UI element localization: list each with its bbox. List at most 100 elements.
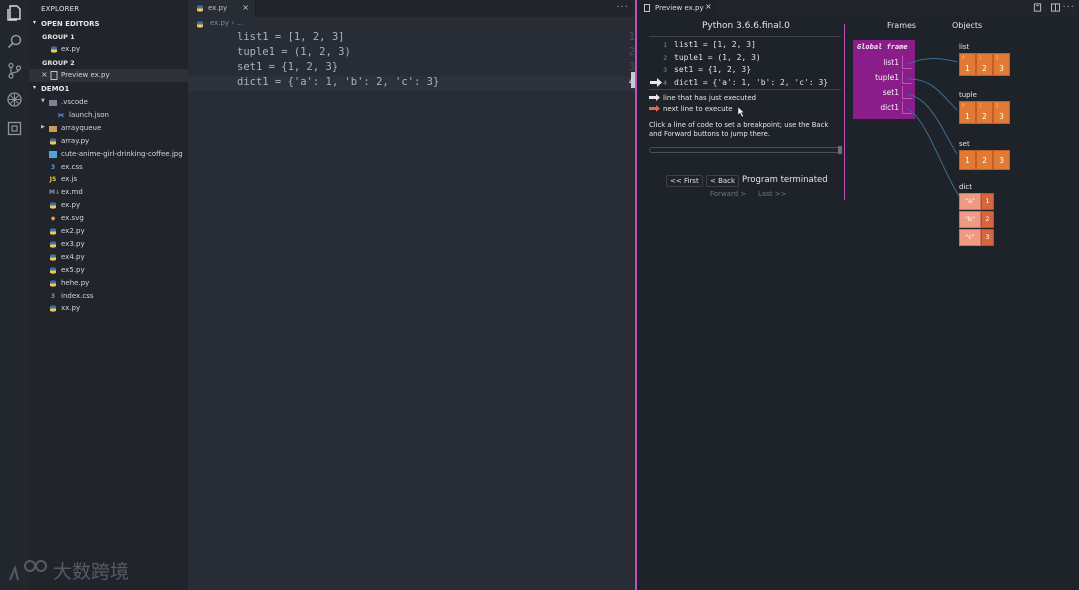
set-object-label: set (959, 140, 970, 148)
tree-item-label: cute-anime-girl-drinking-coffee.jpg (61, 149, 183, 158)
execution-slider[interactable] (649, 146, 842, 154)
tree-item[interactable]: JS ex.js (29, 173, 188, 186)
dict-value-cell: 1 (981, 193, 994, 210)
mouse-cursor-icon (738, 107, 745, 117)
tree-item[interactable]: ◆ ex.svg (29, 212, 188, 225)
tree-item[interactable]: hehe.py (29, 277, 188, 290)
watermark-text: 大数跨境 (53, 561, 130, 583)
forward-button[interactable]: Forward > (706, 188, 750, 200)
activity-bar (0, 0, 29, 590)
sidebar-title: EXPLORER (41, 5, 80, 13)
current-line-arrow-icon (650, 78, 662, 87)
vscode-json-icon: ⋈ (58, 111, 64, 119)
extensions-icon[interactable] (6, 120, 23, 137)
tree-item[interactable]: ex4.py (29, 251, 188, 264)
preview-code-line[interactable]: set1 = {1, 2, 3} (674, 65, 751, 74)
tree-item[interactable]: ex2.py (29, 225, 188, 238)
debug-icon[interactable] (6, 91, 23, 108)
tab-ex-py[interactable]: ex.py × (188, 0, 256, 17)
list-cell: 01 (959, 53, 976, 76)
preview-code-line[interactable]: tuple1 = (1, 2, 3) (674, 53, 761, 62)
tree-item[interactable]: xx.py (29, 302, 188, 315)
divider-line (649, 36, 841, 37)
chevron-right-icon[interactable]: ▶ (41, 124, 45, 130)
tree-item-label: ex5.py (61, 265, 85, 274)
objects-header: Objects (952, 21, 983, 30)
tree-item-label: ex2.py (61, 227, 85, 235)
open-editors-section[interactable]: ▾ OPEN EDITORS (29, 18, 188, 30)
python-file-icon (197, 21, 203, 28)
tree-item[interactable]: ex5.py (29, 264, 188, 277)
open-editor-ex-py[interactable]: ex.py (29, 43, 188, 56)
first-button[interactable]: << First (666, 175, 703, 187)
explorer-icon[interactable] (6, 4, 23, 21)
tab-preview-ex-py[interactable]: Preview ex.py × (637, 0, 716, 16)
python-file-icon (197, 5, 203, 12)
line-number: 3 (628, 61, 635, 73)
python-version: Python 3.6.6.final.0 (702, 21, 790, 31)
search-icon[interactable] (6, 33, 23, 50)
tree-item[interactable]: 3 index.css (29, 290, 188, 303)
open-editors-label: OPEN EDITORS (41, 20, 100, 28)
tree-item[interactable]: 3 ex.css (29, 161, 188, 174)
chevron-down-icon[interactable]: ▼ (41, 98, 45, 104)
editor-group-1: ex.py × ··· ex.py › ... 1 list1 = [1, 2, … (188, 0, 635, 590)
code-line[interactable]: tuple1 = (1, 2, 3) (237, 46, 351, 58)
open-editor-preview[interactable]: × Preview ex.py (29, 69, 188, 82)
code-line[interactable]: set1 = {1, 2, 3} (237, 61, 338, 73)
tree-item-label: ex.css (61, 162, 83, 171)
python-file-icon (49, 304, 57, 313)
preview-line-number: 2 (663, 53, 667, 62)
tuple-cell: 12 (976, 101, 993, 124)
dict-key-cell: "a" (959, 193, 981, 210)
explorer-sidebar: EXPLORER ▾ OPEN EDITORS GROUP 1 ex.py GR… (29, 0, 188, 590)
source-control-icon[interactable] (6, 62, 23, 79)
preview-code-line[interactable]: list1 = [1, 2, 3] (674, 40, 756, 49)
open-source-icon[interactable] (1033, 3, 1042, 12)
tuple-cell: 23 (993, 101, 1010, 124)
tree-item-label: array.py (61, 136, 90, 145)
tree-item[interactable]: array.py (29, 135, 188, 148)
tree-item[interactable]: cute-anime-girl-drinking-coffee.jpg (29, 148, 188, 161)
close-icon[interactable]: × (41, 70, 48, 79)
folder-open-icon (49, 98, 57, 107)
dict-value-cell: 2 (981, 211, 994, 228)
breakpoint-hint: Click a line of code to set a breakpoint… (649, 121, 829, 138)
split-editor-icon[interactable] (1051, 3, 1060, 12)
frame-var-tuple1: tuple1 (875, 73, 899, 82)
line-number: 1 (628, 31, 635, 43)
divider-line (649, 89, 841, 90)
tree-item-label: ex.js (61, 175, 78, 184)
python-file-icon (51, 46, 57, 53)
breadcrumb-text: ex.py › ... (210, 19, 244, 27)
more-actions-icon[interactable]: ··· (1062, 2, 1075, 13)
close-icon[interactable]: × (705, 2, 712, 11)
js-file-icon: JS (49, 176, 57, 184)
preview-page-icon (644, 4, 650, 12)
open-editor-label: Preview ex.py (61, 71, 110, 79)
more-actions-icon[interactable]: ··· (616, 2, 629, 13)
close-icon[interactable]: × (242, 3, 249, 12)
chevron-down-icon: ▾ (33, 19, 37, 26)
open-editor-label: ex.py (61, 45, 81, 53)
tree-item[interactable]: ▼ .vscode (29, 96, 188, 109)
demo1-folder-section[interactable]: ▾ DEMO1 (29, 83, 188, 95)
last-button[interactable]: Last >> (754, 188, 791, 200)
execution-status: Program terminated (742, 175, 828, 185)
back-button[interactable]: < Back (706, 175, 740, 187)
code-line[interactable]: dict1 = {'a': 1, 'b': 2, 'c': 3} (237, 76, 439, 88)
tuple-cell: 01 (959, 101, 976, 124)
css-file-icon: 3 (50, 292, 56, 300)
tab-label: Preview ex.py (655, 4, 704, 12)
slider-knob[interactable] (838, 146, 842, 154)
tree-item[interactable]: M↓ ex.md (29, 186, 188, 199)
editor-tab-bar: ex.py × ··· (188, 0, 635, 17)
preview-code-line[interactable]: dict1 = {'a': 1, 'b': 2, 'c': 3} (674, 78, 828, 87)
code-line[interactable]: list1 = [1, 2, 3] (237, 31, 344, 43)
tree-item[interactable]: ▶ arrayqueue (29, 122, 188, 135)
dict-value-cell: 3 (981, 229, 994, 246)
tree-item[interactable]: ex3.py (29, 238, 188, 251)
tree-item[interactable]: ⋈ launch.json (29, 109, 188, 122)
preview-line-number: 1 (663, 41, 667, 49)
tree-item[interactable]: ex.py (29, 199, 188, 212)
